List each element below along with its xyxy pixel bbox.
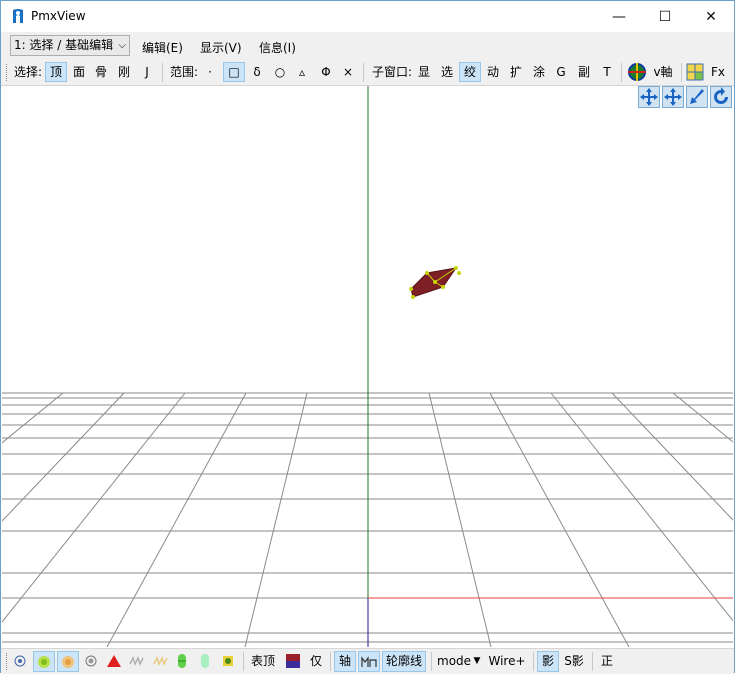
axis-toggle[interactable]: 轴 [334,651,356,672]
menu-view[interactable]: 显示(V) [200,39,242,56]
subwin-select-button[interactable]: 选 [437,62,457,82]
toolbar-grip[interactable] [6,64,10,81]
surface-vertex-button[interactable]: 表顶 [249,651,277,672]
toolbar-separator [533,652,534,671]
move-arrows-icon [640,88,658,106]
mode-dropdown[interactable]: mode [437,651,471,672]
outline-toggle[interactable]: 轮廓线 [382,651,426,672]
menu-info[interactable]: 信息(I) [259,39,296,56]
3d-viewport[interactable] [2,86,733,647]
show-vertex-toggle[interactable] [33,651,55,672]
rotate-icon [714,87,728,104]
select-label: 选择: [13,65,43,79]
menu-edit[interactable]: 编辑(E) [142,39,183,56]
select-vertex-button[interactable]: 顶 [45,62,67,82]
chevron-down-icon: ⌵ [118,40,126,51]
viewport-canvas [2,86,733,647]
maximize-icon: ☐ [658,8,672,25]
model-mesh [409,266,461,299]
face-cloud-icon [62,656,74,668]
mode-combobox[interactable]: 1: 选择 / 基础编辑 ⌵ [10,35,130,56]
zoom-arrow-icon [690,89,704,104]
wire-plus-button[interactable]: Wire+ [488,651,526,672]
range-rect-button[interactable]: □ [223,62,245,82]
scale-toggle[interactable] [358,651,380,672]
self-shadow-toggle[interactable]: S影 [562,651,586,672]
toolbar-separator [592,652,593,671]
select-face-button[interactable]: 面 [69,62,89,82]
select-bone-button[interactable]: 骨 [91,62,111,82]
subwin-expand-button[interactable]: 扩 [506,62,526,82]
toolbar-grip[interactable] [6,653,10,670]
joint-icon[interactable] [221,654,235,668]
mode-combobox-value: 1: 选择 / 基础编辑 [14,38,114,52]
select-joint-button[interactable]: J [138,62,156,82]
grid-layout-icon[interactable] [686,63,704,81]
select-rigid-button[interactable]: 刚 [114,62,134,82]
range-delta-button[interactable]: δ [247,62,267,82]
subwin-sub-button[interactable]: 副 [574,62,594,82]
window-title: PmxView [31,9,86,23]
minimize-button[interactable]: — [596,1,642,32]
bone-dot-icon[interactable] [84,654,98,668]
shadow-toggle[interactable]: 影 [537,651,559,672]
capsule-pale-icon[interactable] [199,653,211,669]
capsule-icon[interactable] [176,653,188,669]
toolbar-separator [681,63,682,82]
range-phi-button[interactable]: Φ [316,62,336,82]
range-circle-button[interactable]: ○ [270,62,290,82]
target-icon[interactable] [627,62,647,82]
toolbar-separator [162,63,163,82]
close-icon: ✕ [705,8,717,25]
wave-alt-icon[interactable] [153,655,169,667]
vertex-dot-icon[interactable] [13,654,27,668]
toolbar-separator [621,63,622,82]
subwin-paint-button[interactable]: 涂 [529,62,549,82]
app-icon [13,9,23,23]
close-button[interactable]: ✕ [688,1,734,32]
rotate-view-button[interactable] [710,86,732,108]
subwin-narrow-button[interactable]: 绞 [459,62,481,82]
cross-arrows-icon [664,88,682,106]
range-label: 范围: [169,65,199,79]
vertex-cloud-icon [38,656,50,668]
show-face-toggle[interactable] [57,651,79,672]
bottom-toolbar: 表顶 仅 轴 轮廓线 mode ▼ Wire+ 影 S影 正 [1,648,734,674]
title-bar[interactable]: PmxView — ☐ ✕ [1,1,734,32]
range-point-button[interactable]: · [201,62,219,82]
color-swatch-icon[interactable] [286,654,300,668]
triangle-icon[interactable] [106,654,122,668]
app-window: PmxView — ☐ ✕ 1: 选择 / 基础编辑 ⌵ 编辑(E) 显示(V)… [0,0,735,674]
wave-icon[interactable] [129,655,145,667]
subwin-t-button[interactable]: T [598,62,616,82]
subwin-move-button[interactable]: 动 [483,62,503,82]
toolbar-separator [431,652,432,671]
minimize-icon: — [612,8,626,25]
move-view-button[interactable] [662,86,684,108]
subwindow-label: 子窗口: [371,65,413,79]
range-triangle-button[interactable]: ▵ [293,62,311,82]
toolbar-separator [243,652,244,671]
maximize-button[interactable]: ☐ [642,1,688,32]
range-clear-button[interactable]: × [339,62,357,82]
toolbar: 选择: 顶 面 骨 刚 J 范围: · □ δ ○ ▵ Φ × 子窗口: 显 选… [1,60,734,86]
menu-bar: 1: 选择 / 基础编辑 ⌵ 编辑(E) 显示(V) 信息(I) [1,32,734,60]
scale-icon [361,656,377,667]
fx-button[interactable]: Fx [709,62,727,82]
only-button[interactable]: 仅 [307,651,325,672]
mode-dropdown-arrow-icon[interactable]: ▼ [471,651,483,672]
toolbar-separator [330,652,331,671]
pan-view-button[interactable] [638,86,660,108]
subwin-show-button[interactable]: 显 [415,62,433,82]
v-axis-button[interactable]: v軸 [651,62,675,82]
zoom-view-button[interactable] [686,86,708,108]
toolbar-separator [363,63,364,82]
ortho-toggle[interactable]: 正 [597,651,617,672]
subwin-g-button[interactable]: G [552,62,570,82]
